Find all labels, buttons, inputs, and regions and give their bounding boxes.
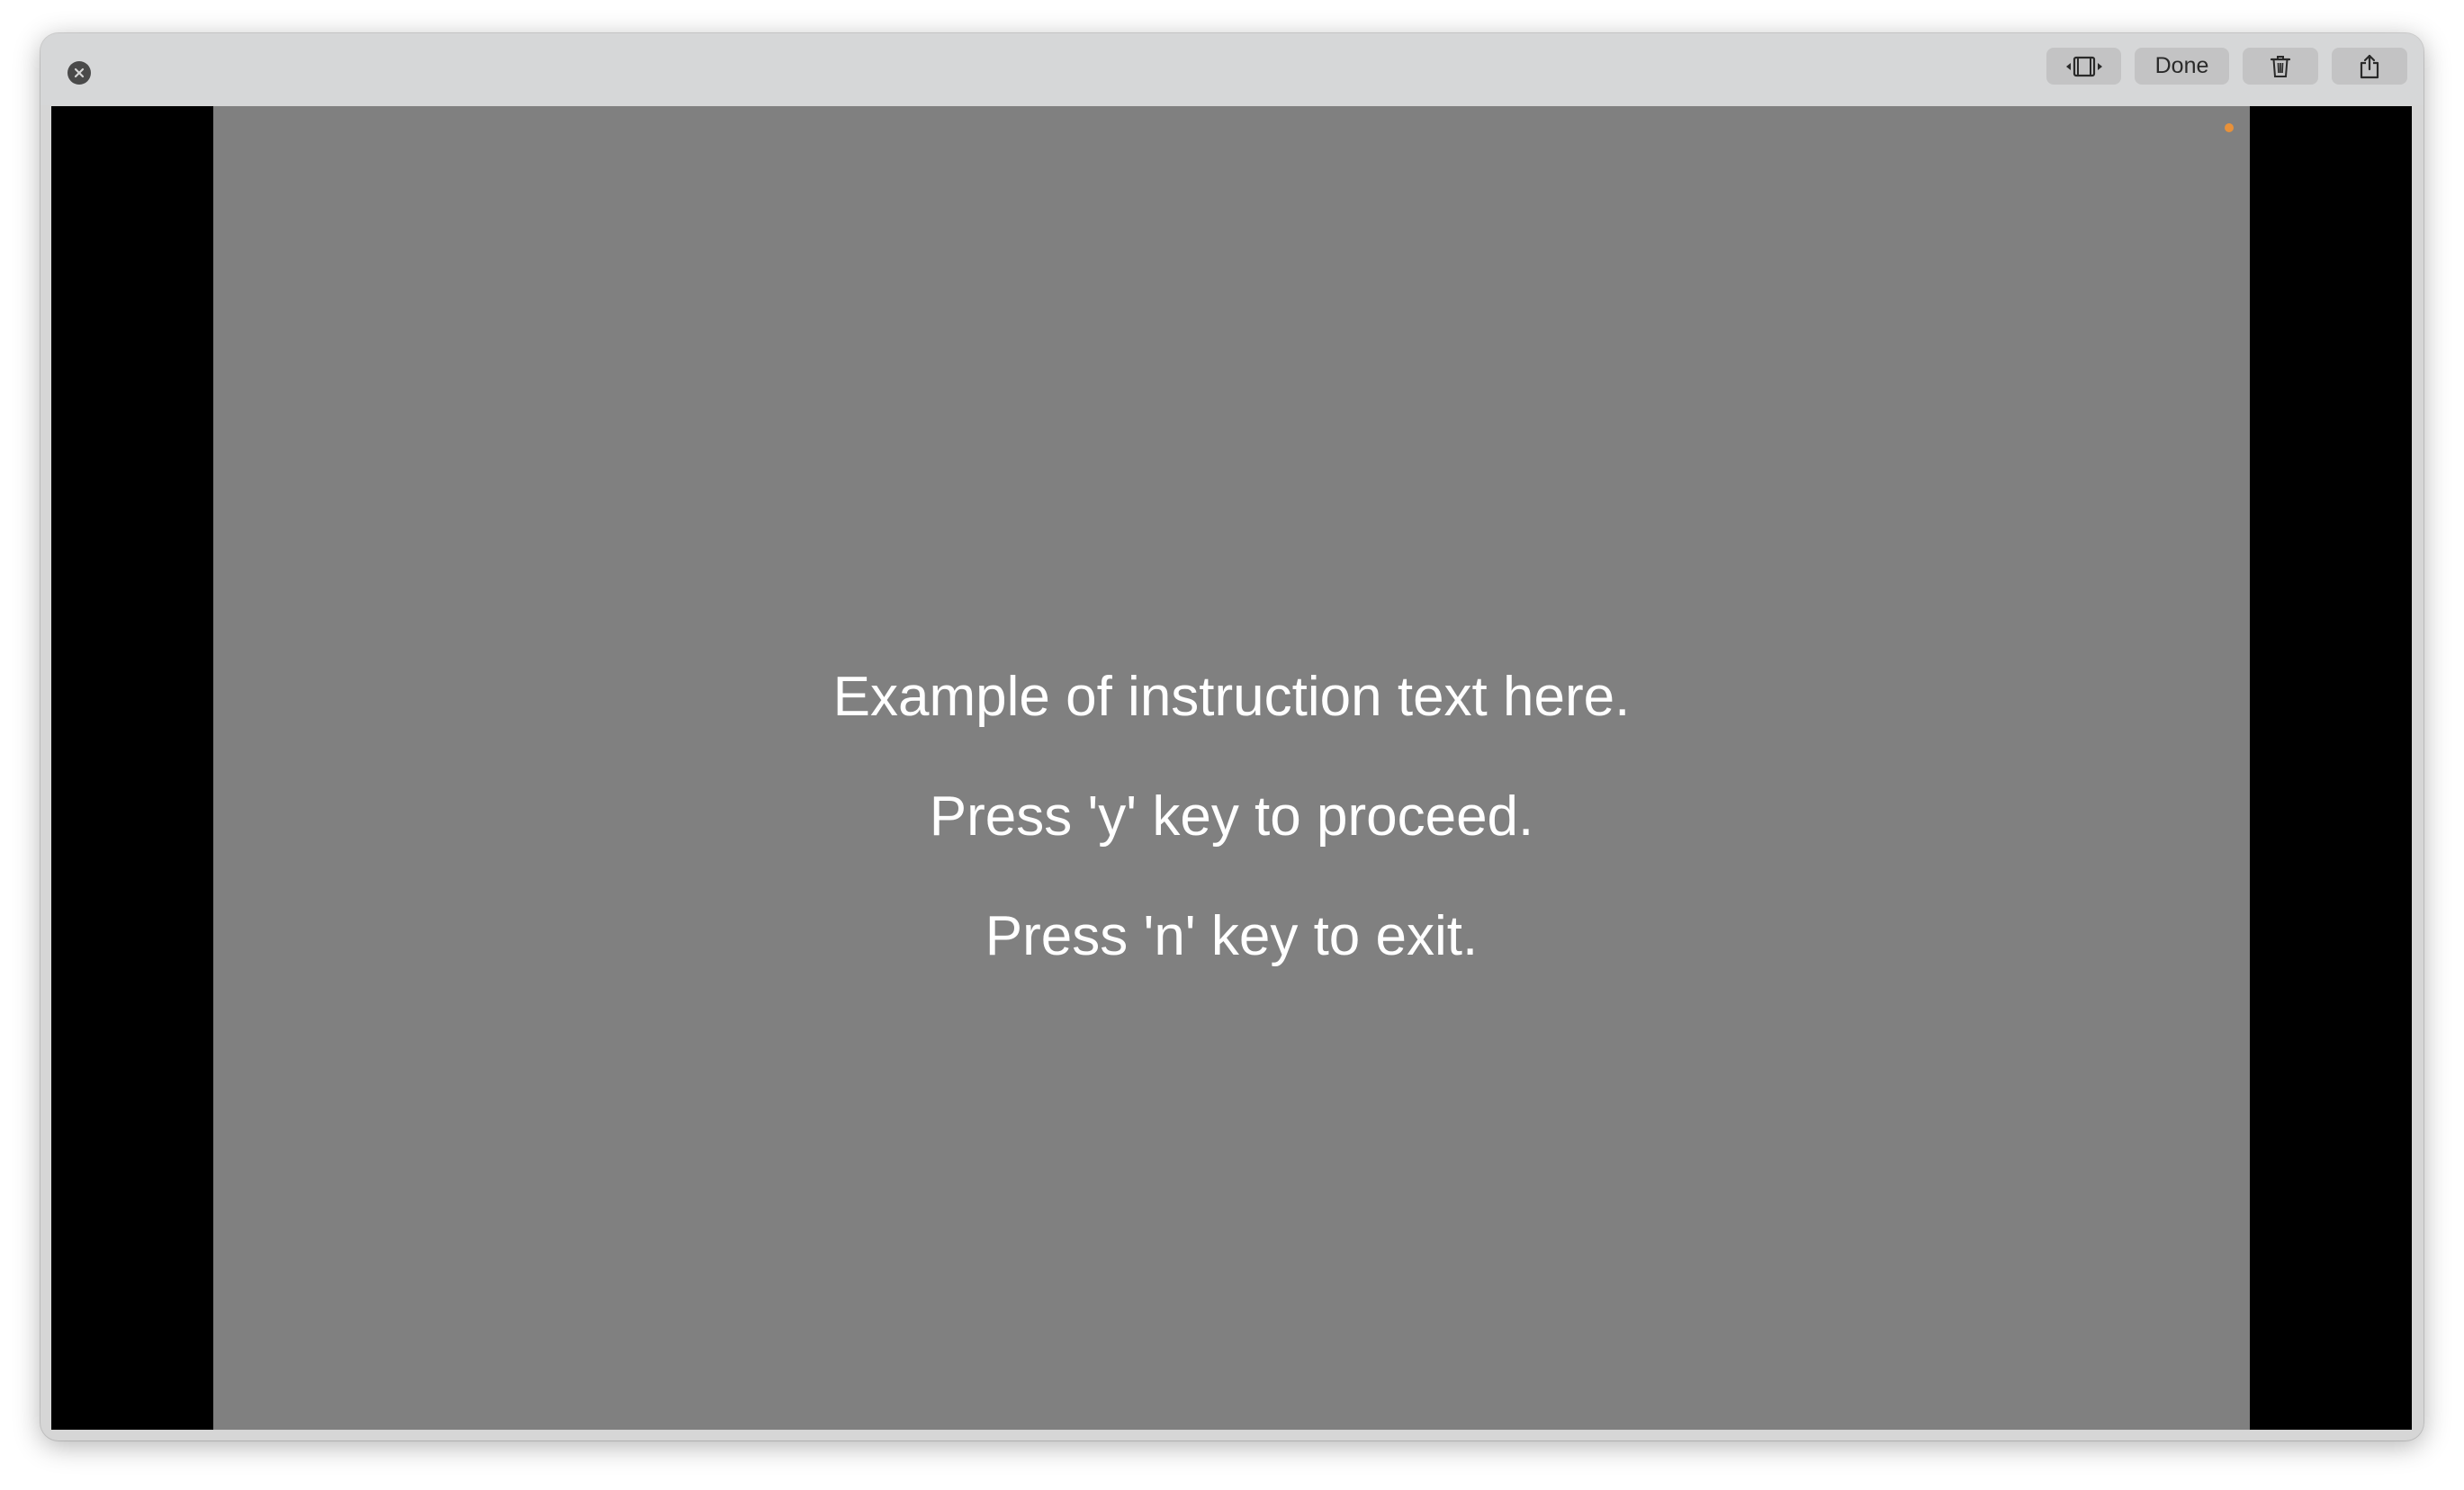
trim-icon bbox=[2065, 56, 2102, 76]
recording-indicator bbox=[2225, 123, 2234, 132]
done-label: Done bbox=[2154, 53, 2209, 78]
instruction-line: Example of instruction text here. bbox=[832, 666, 1631, 728]
quicklook-window: Done Example of instruction text here. P… bbox=[40, 33, 2424, 1441]
done-button[interactable]: Done bbox=[2135, 48, 2229, 85]
title-bar: Done bbox=[40, 33, 2424, 105]
instruction-text-block: Example of instruction text here. Press … bbox=[213, 637, 2250, 996]
close-button[interactable] bbox=[67, 61, 91, 85]
exit-instruction: Press 'n' key to exit. bbox=[985, 905, 1479, 967]
delete-button[interactable] bbox=[2243, 48, 2318, 85]
preview-content: Example of instruction text here. Press … bbox=[51, 106, 2412, 1430]
trim-button[interactable] bbox=[2046, 48, 2121, 85]
experiment-stage: Example of instruction text here. Press … bbox=[213, 106, 2250, 1430]
proceed-instruction: Press 'y' key to proceed. bbox=[929, 785, 1534, 848]
close-icon bbox=[74, 67, 85, 78]
trash-icon bbox=[2270, 55, 2291, 77]
share-button[interactable] bbox=[2332, 48, 2407, 85]
share-icon bbox=[2360, 54, 2379, 78]
